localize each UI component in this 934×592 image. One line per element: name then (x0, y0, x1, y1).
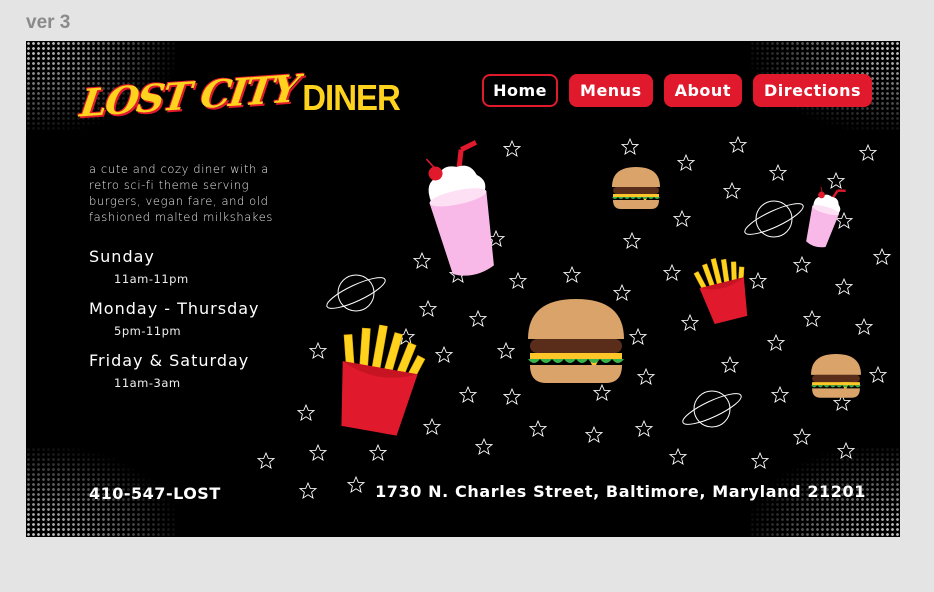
burger-icon (528, 299, 624, 383)
burger-icon (612, 167, 660, 209)
fries-icon (691, 251, 757, 327)
planet-icon (679, 387, 745, 431)
street-address[interactable]: 1730 N. Charles Street, Baltimore, Maryl… (375, 482, 866, 501)
hours-day: Sunday (89, 247, 155, 266)
logo-word-diner: DINER (302, 77, 401, 118)
nav-menus-button[interactable]: Menus (569, 74, 653, 107)
burger-icon (811, 354, 861, 398)
nav-about-button[interactable]: About (663, 74, 742, 107)
phone-number[interactable]: 410-547-LOST (89, 484, 221, 503)
site-frame: LOST CITYDINER Home Menus About Directio… (26, 41, 900, 537)
planet-icon (323, 271, 389, 315)
planet-icon (741, 197, 807, 241)
nav-directions-button[interactable]: Directions (752, 74, 872, 107)
version-label: ver 3 (26, 12, 71, 33)
fries-icon (327, 318, 430, 439)
hours-time: 5pm-11pm (114, 324, 182, 338)
hours-day: Friday & Saturday (89, 351, 250, 370)
hours-day: Monday - Thursday (89, 299, 260, 318)
hours-time: 11am-11pm (114, 272, 189, 286)
main-nav: Home Menus About Directions (482, 74, 872, 107)
milkshake-icon (800, 181, 847, 252)
hours-list: Sunday 11am-11pm Monday - Thursday 5pm-1… (89, 247, 260, 403)
logo-word-lost-city: LOST CITY (77, 65, 301, 126)
hours-time: 11am-3am (114, 376, 181, 390)
nav-home-button[interactable]: Home (482, 74, 559, 107)
milkshake-icon (419, 142, 503, 280)
site-logo[interactable]: LOST CITYDINER (77, 66, 401, 126)
tagline-text: a cute and cozy diner with a retro sci-f… (89, 161, 274, 224)
